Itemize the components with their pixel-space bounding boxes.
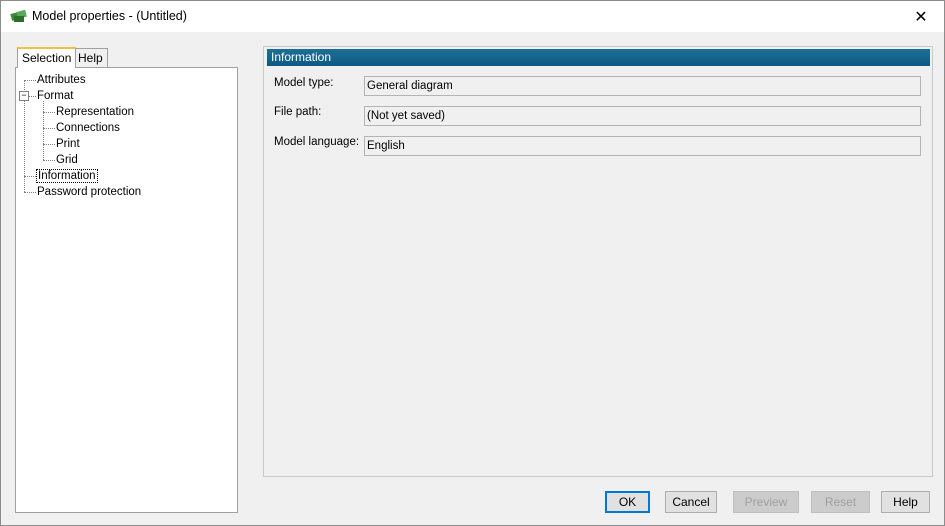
- tree-line: [43, 144, 55, 145]
- tree-item-label: Attributes: [37, 74, 86, 86]
- dialog-window: Model properties - (Untitled) ✕ Selectio…: [0, 0, 945, 526]
- model-type-label: Model type:: [274, 77, 334, 89]
- app-icon: [10, 9, 27, 22]
- tree-item-label: Connections: [56, 122, 120, 134]
- cancel-button[interactable]: Cancel: [665, 491, 717, 513]
- tree-item-label: Representation: [56, 106, 134, 118]
- help-button[interactable]: Help: [881, 491, 930, 513]
- title-bar: Model properties - (Untitled) ✕: [1, 1, 944, 32]
- tree-view: − Attributes Format Representation Conne…: [15, 67, 238, 513]
- tree-item-print[interactable]: Print: [56, 136, 80, 152]
- tree-item-format[interactable]: Format: [37, 88, 73, 104]
- close-icon[interactable]: ✕: [898, 1, 944, 32]
- tree-line: [24, 80, 36, 81]
- tree-item-label: Grid: [56, 154, 78, 166]
- preview-button[interactable]: Preview: [733, 491, 799, 513]
- tree-item-password-protection[interactable]: Password protection: [37, 184, 141, 200]
- reset-button[interactable]: Reset: [811, 491, 870, 513]
- tree-item-information[interactable]: Information: [36, 168, 98, 184]
- tab-help[interactable]: Help: [73, 48, 108, 67]
- tree-line: [43, 160, 55, 161]
- ok-button[interactable]: OK: [605, 491, 650, 513]
- tree-line: [43, 112, 55, 113]
- tree-line: [24, 176, 36, 177]
- tree-item-attributes[interactable]: Attributes: [37, 72, 86, 88]
- window-title: Model properties - (Untitled): [32, 9, 187, 23]
- collapse-icon[interactable]: −: [19, 91, 29, 101]
- file-path-field: (Not yet saved): [364, 106, 921, 126]
- tree-item-label: Print: [56, 138, 80, 150]
- tree-item-label: Format: [37, 90, 74, 102]
- model-language-label: Model language:: [274, 136, 360, 148]
- tree-item-representation[interactable]: Representation: [56, 104, 134, 120]
- tab-selection[interactable]: Selection: [17, 47, 77, 68]
- tree-item-label: Password protection: [37, 186, 142, 198]
- tree-item-connections[interactable]: Connections: [56, 120, 120, 136]
- model-language-field: English: [364, 136, 921, 156]
- model-type-field: General diagram: [364, 76, 921, 96]
- tree-line: [43, 101, 44, 160]
- panel-header: Information: [267, 49, 930, 66]
- file-path-label: File path:: [274, 106, 322, 118]
- tree-item-label: Information: [36, 169, 98, 183]
- tree-line: [29, 96, 36, 97]
- tree-item-grid[interactable]: Grid: [56, 152, 78, 168]
- tree-line: [43, 128, 55, 129]
- tree-line: [24, 192, 36, 193]
- information-panel: Information Model type: General diagram …: [263, 46, 933, 477]
